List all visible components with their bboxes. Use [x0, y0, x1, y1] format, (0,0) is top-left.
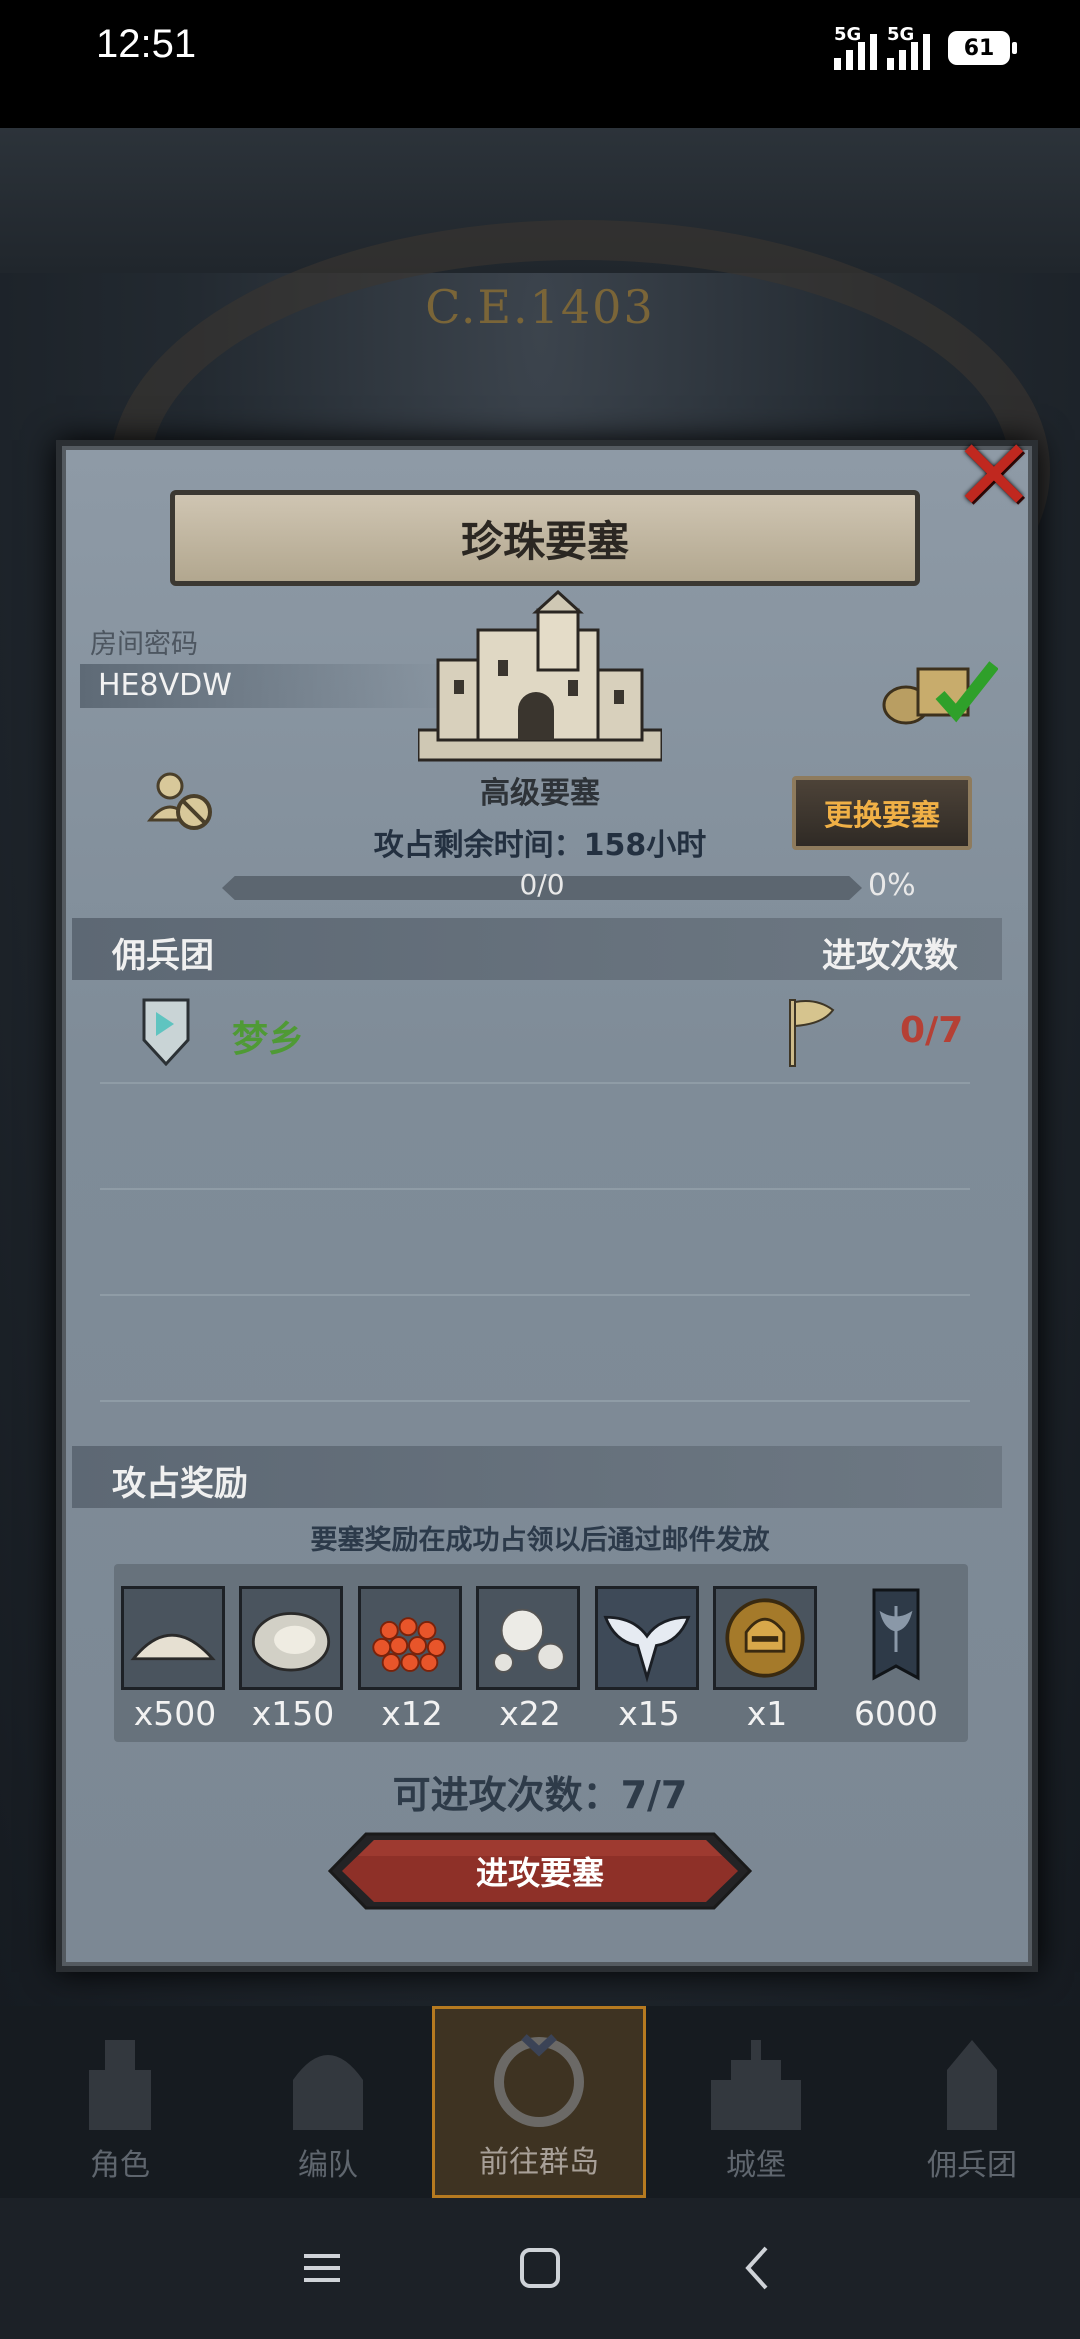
room-code[interactable]: HE8VDW: [98, 668, 232, 703]
signal-icon: 5G: [834, 24, 877, 70]
list-divider: [100, 1188, 970, 1190]
nav-archipelago[interactable]: 前往群岛: [432, 2006, 646, 2198]
reward-qty: 6000: [854, 1694, 938, 1733]
list-divider: [100, 1082, 970, 1084]
user-blocked-icon[interactable]: [146, 768, 216, 832]
reward-qty: x15: [618, 1694, 680, 1733]
title-banner: 珍珠要塞: [170, 490, 920, 586]
guild-shield-icon: [142, 998, 190, 1066]
list-divider: [100, 1294, 970, 1296]
reward-item[interactable]: x150: [239, 1586, 347, 1733]
salt-pile-icon: [121, 1586, 225, 1690]
warrior-icon: [947, 2040, 997, 2130]
castle-icon: [418, 590, 662, 762]
progress-text: 0/0: [519, 868, 565, 901]
rewards-note: 要塞奖励在成功占领以后通过邮件发放: [310, 1525, 770, 1556]
supply-bag-check-icon[interactable]: [878, 655, 998, 727]
nav-label: 角色: [90, 2148, 150, 2183]
change-fortress-button[interactable]: 更换要塞: [792, 776, 972, 850]
nav-label: 前往群岛: [479, 2145, 599, 2180]
compass-globe-icon: [494, 2034, 584, 2127]
guild-attack-count: 0/7: [900, 1010, 964, 1051]
knight-icon: [89, 2040, 151, 2130]
reward-qty: x500: [133, 1694, 217, 1733]
back-icon[interactable]: [728, 2238, 788, 2298]
guild-name[interactable]: 梦乡: [232, 1010, 304, 1062]
attack-button-label: 进攻要塞: [475, 1854, 604, 1892]
attack-count-header: 进攻次数: [822, 936, 958, 976]
reward-item[interactable]: x12: [358, 1586, 466, 1733]
network-type: 5G: [887, 24, 915, 45]
system-nav-bar: [0, 2198, 1080, 2339]
reward-item[interactable]: x500: [121, 1586, 229, 1733]
nav-label: 城堡: [726, 2148, 786, 2183]
reward-item[interactable]: 6000: [842, 1586, 950, 1733]
nav-castle[interactable]: 城堡: [652, 2006, 860, 2198]
flag-icon: [789, 999, 835, 1067]
reward-qty: x150: [251, 1694, 335, 1733]
status-bar: 12:51 5G 5G 61: [0, 0, 1080, 128]
reward-item[interactable]: x22: [476, 1586, 584, 1733]
game-bottom-nav: 角色 编队 前往群岛 城堡 佣兵团: [0, 2006, 1080, 2198]
winged-emblem-icon: [595, 1586, 699, 1690]
axe-banner-icon: [842, 1586, 950, 1690]
battery-icon: 61: [948, 31, 1017, 65]
nav-character[interactable]: 角色: [16, 2006, 224, 2198]
close-icon[interactable]: ✕: [952, 426, 1036, 526]
reward-qty: x1: [746, 1694, 788, 1733]
mercenary-header: 佣兵团: [112, 936, 214, 976]
attempts-remaining: 可进攻次数：7/7: [392, 1773, 688, 1817]
attack-fortress-button[interactable]: 进攻要塞: [326, 1830, 754, 1912]
reward-item[interactable]: x15: [595, 1586, 703, 1733]
helmet-icon: [293, 2055, 363, 2130]
nav-label: 编队: [298, 2148, 358, 2183]
room-password-label: 房间密码: [90, 629, 198, 660]
reward-qty: x22: [499, 1694, 561, 1733]
reward-qty: x12: [381, 1694, 443, 1733]
golden-helmet-icon: [713, 1586, 817, 1690]
rewards-header: 攻占奖励: [112, 1464, 248, 1504]
pearl-icon: [476, 1586, 580, 1690]
castle-nav-icon: [711, 2040, 801, 2130]
reward-item[interactable]: x1: [713, 1586, 821, 1733]
nav-mercenary[interactable]: 佣兵团: [868, 2006, 1076, 2198]
era-label: C.E.1403: [425, 280, 655, 334]
clock: 12:51: [96, 22, 197, 66]
recent-apps-icon[interactable]: [292, 2238, 352, 2298]
network-type: 5G: [834, 24, 862, 45]
fish-roe-icon: [358, 1586, 462, 1690]
list-divider: [100, 1400, 970, 1402]
status-icons: 5G 5G 61: [834, 24, 1017, 70]
oyster-icon: [239, 1586, 343, 1690]
nav-formation[interactable]: 编队: [224, 2006, 432, 2198]
nav-label: 佣兵团: [927, 2148, 1017, 2183]
progress-percent: 0%: [868, 868, 916, 903]
signal-icon: 5G: [887, 24, 930, 70]
home-icon[interactable]: [510, 2238, 570, 2298]
dialog-title: 珍珠要塞: [460, 516, 629, 566]
